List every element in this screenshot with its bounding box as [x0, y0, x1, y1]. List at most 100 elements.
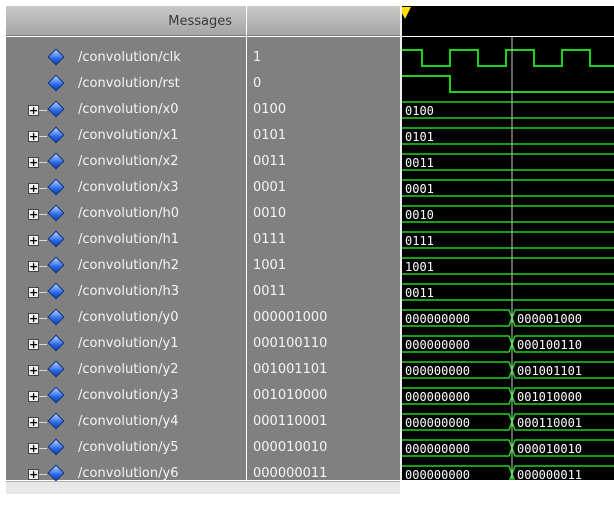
expand-icon[interactable]: + — [28, 209, 39, 220]
signal-name: /convolution/y2 — [78, 362, 179, 377]
value-row[interactable]: 0011 — [247, 280, 400, 306]
diamond-signal-icon — [47, 126, 65, 144]
tree-connector — [39, 318, 47, 319]
signal-names-pane: /convolution/clk/convolution/rst + /convol… — [6, 37, 246, 482]
tree-connector — [39, 162, 47, 163]
diamond-signal-icon — [47, 178, 65, 196]
waveform-pane[interactable]: 0100 0101 0011 0001 0010 0111 1001 0011 00000000… — [402, 37, 614, 480]
horizontal-scrollbar[interactable] — [6, 481, 400, 494]
signal-name: /convolution/y0 — [78, 310, 179, 325]
signal-row[interactable]: + /convolution/y2 — [6, 358, 246, 384]
expand-icon[interactable]: + — [28, 105, 39, 116]
expand-icon[interactable]: + — [28, 131, 39, 142]
tree-connector — [39, 240, 47, 241]
value-row[interactable]: 1001 — [247, 254, 400, 280]
expand-icon[interactable]: + — [28, 235, 39, 246]
value-row[interactable]: 0100 — [247, 98, 400, 124]
value-row[interactable]: 1 — [247, 46, 400, 72]
diamond-signal-icon — [47, 438, 65, 456]
value-row[interactable]: 0001 — [247, 176, 400, 202]
signal-row[interactable]: + /convolution/h3 — [6, 280, 246, 306]
expand-icon[interactable]: + — [28, 443, 39, 454]
values-header[interactable] — [247, 6, 400, 36]
signal-row[interactable]: /convolution/clk — [6, 46, 246, 72]
signal-row[interactable]: + /convolution/x2 — [6, 150, 246, 176]
value-row[interactable]: 0010 — [247, 202, 400, 228]
signal-value: 000110001 — [253, 414, 328, 429]
bus-value-label: 000110001 — [517, 416, 582, 430]
value-row[interactable]: 001001101 — [247, 358, 400, 384]
clock-waveform — [402, 49, 614, 67]
diamond-signal-icon — [47, 152, 65, 170]
signal-row[interactable]: + /convolution/x3 — [6, 176, 246, 202]
signal-name: /convolution/y1 — [78, 336, 179, 351]
diamond-signal-icon — [47, 74, 65, 92]
waveform-canvas[interactable]: 0100 0101 0011 0001 0010 0111 1001 0011 00000000… — [402, 37, 614, 480]
value-row[interactable]: 000010010 — [247, 436, 400, 462]
value-row[interactable]: 0111 — [247, 228, 400, 254]
diamond-signal-icon — [47, 204, 65, 222]
signal-row[interactable]: + /convolution/h0 — [6, 202, 246, 228]
signal-row[interactable]: + /convolution/y4 — [6, 410, 246, 436]
signal-value: 0101 — [253, 128, 287, 143]
expand-icon[interactable]: + — [28, 469, 39, 480]
bus-value-label: 000000000 — [405, 312, 470, 326]
expand-icon[interactable]: + — [28, 313, 39, 324]
signal-value: 0 — [253, 76, 262, 91]
bus-value-label: 000000000 — [405, 338, 470, 352]
value-row[interactable]: 0101 — [247, 124, 400, 150]
signal-row[interactable]: /convolution/rst — [6, 72, 246, 98]
signal-value: 000000011 — [253, 466, 328, 481]
signal-name: /convolution/x1 — [78, 128, 179, 143]
signal-row[interactable]: + /convolution/y5 — [6, 436, 246, 462]
tree-connector — [39, 266, 47, 267]
expand-icon[interactable]: + — [28, 391, 39, 402]
tree-connector — [39, 422, 47, 423]
value-row[interactable]: 000100110 — [247, 332, 400, 358]
signal-name: /convolution/rst — [78, 76, 180, 91]
bus-value-label: 0100 — [405, 104, 434, 118]
diamond-signal-icon — [47, 464, 65, 482]
bus-value-label: 000000011 — [517, 468, 582, 480]
expand-icon[interactable]: + — [28, 157, 39, 168]
bus-value-label: 000000000 — [405, 390, 470, 404]
tree-connector — [39, 136, 47, 137]
value-row[interactable]: 000001000 — [247, 306, 400, 332]
signal-value: 0011 — [253, 154, 287, 169]
diamond-signal-icon — [47, 386, 65, 404]
signal-row[interactable]: + /convolution/y3 — [6, 384, 246, 410]
bus-value-label: 000001000 — [517, 312, 582, 326]
value-row[interactable]: 0 — [247, 72, 400, 98]
signal-row[interactable]: + /convolution/h2 — [6, 254, 246, 280]
expand-icon[interactable]: + — [28, 261, 39, 272]
expand-icon[interactable]: + — [28, 287, 39, 298]
diamond-signal-icon — [47, 412, 65, 430]
value-row[interactable]: 0011 — [247, 150, 400, 176]
value-row[interactable]: 001010000 — [247, 384, 400, 410]
signal-row[interactable]: + /convolution/y0 — [6, 306, 246, 332]
signal-value: 0001 — [253, 180, 287, 195]
signal-name: /convolution/y5 — [78, 440, 179, 455]
bus-value-label: 0001 — [405, 182, 434, 196]
expand-icon[interactable]: + — [28, 183, 39, 194]
expand-icon[interactable]: + — [28, 339, 39, 350]
signal-row[interactable]: + /convolution/y1 — [6, 332, 246, 358]
expand-icon[interactable]: + — [28, 417, 39, 428]
signal-name: /convolution/clk — [78, 50, 181, 65]
bus-value-label: 0010 — [405, 208, 434, 222]
waveform-timeline-header[interactable] — [399, 6, 614, 36]
messages-header[interactable]: Messages — [6, 6, 246, 36]
signal-value: 000001000 — [253, 310, 328, 325]
value-row[interactable]: 000110001 — [247, 410, 400, 436]
signal-row[interactable]: + /convolution/x1 — [6, 124, 246, 150]
signal-value: 0010 — [253, 206, 287, 221]
signal-name: /convolution/h2 — [78, 258, 180, 273]
expand-icon[interactable]: + — [28, 365, 39, 376]
signal-value: 0100 — [253, 102, 287, 117]
signal-row[interactable]: + /convolution/x0 — [6, 98, 246, 124]
signal-name: /convolution/h3 — [78, 284, 180, 299]
bus-value-label: 1001 — [405, 260, 434, 274]
signal-name: /convolution/h1 — [78, 232, 180, 247]
signal-value: 0011 — [253, 284, 287, 299]
signal-row[interactable]: + /convolution/h1 — [6, 228, 246, 254]
